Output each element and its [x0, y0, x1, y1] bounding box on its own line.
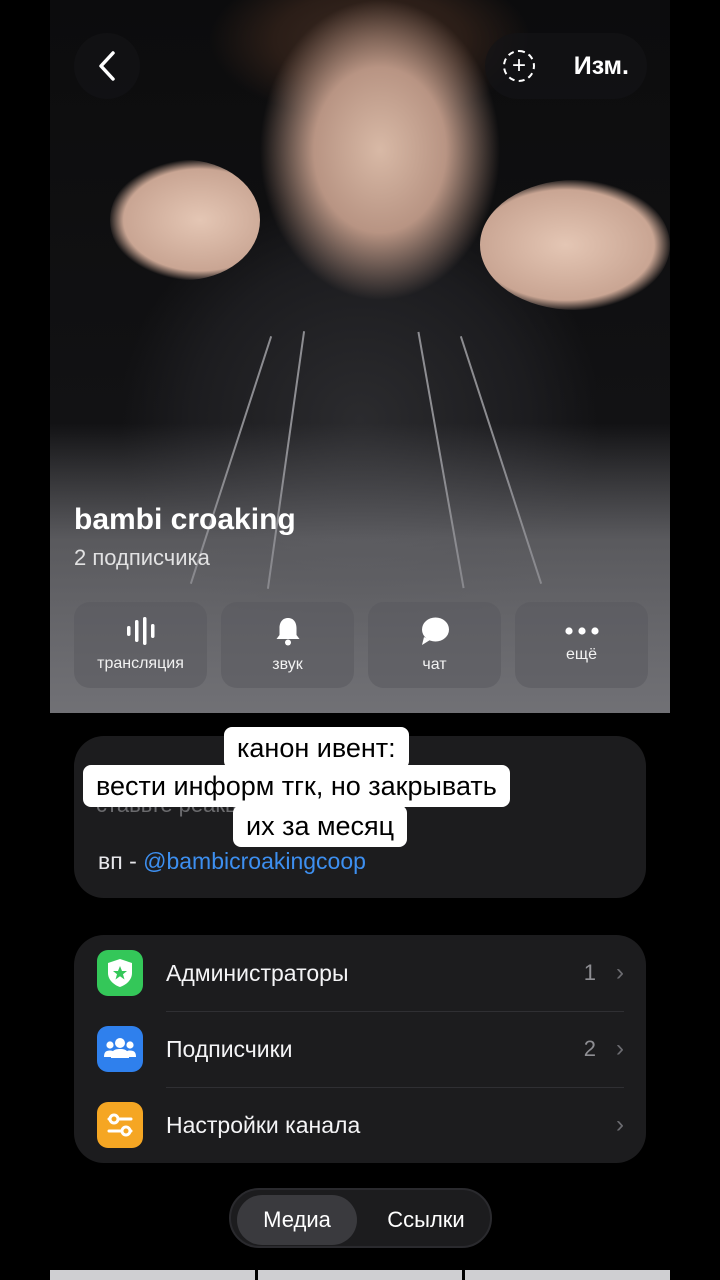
admins-count: 1 — [583, 960, 596, 985]
chevron-left-icon — [99, 51, 115, 81]
broadcast-button[interactable]: трансляция — [74, 602, 207, 688]
edit-button[interactable]: + Изм. — [485, 33, 647, 99]
sound-button[interactable]: звук — [221, 602, 354, 688]
caption-line-1: канон ивент: — [224, 727, 409, 769]
channel-actions: трансляция звук чат ещё — [74, 602, 648, 688]
photo-hand-left — [110, 160, 260, 280]
bell-icon — [276, 618, 299, 646]
people-icon — [97, 1026, 143, 1072]
broadcast-label: трансляция — [97, 655, 184, 672]
settings-sliders-icon — [97, 1102, 143, 1148]
vp-prefix: вп - — [98, 848, 144, 874]
sound-label: звук — [272, 656, 303, 673]
admins-title: Администраторы — [166, 959, 349, 986]
subscribers-count: 2 — [583, 1036, 596, 1061]
description-vp-line: вп - @bambicroakingcoop — [98, 848, 366, 875]
more-button[interactable]: ещё — [515, 602, 648, 688]
admins-row[interactable]: Администраторы 1 › — [74, 935, 646, 1011]
photo-hand-right — [480, 180, 670, 310]
more-label: ещё — [566, 646, 597, 663]
chevron-right-icon: › — [616, 1111, 624, 1138]
media-thumbnail[interactable] — [50, 1270, 255, 1280]
media-grid-preview — [50, 1270, 671, 1280]
channel-settings-list: Администраторы 1 › Подписчики 2 › Настро… — [74, 935, 646, 1163]
broadcast-icon — [126, 617, 154, 645]
back-button[interactable] — [74, 33, 140, 99]
media-thumbnail[interactable] — [465, 1270, 671, 1280]
edit-label: Изм. — [573, 51, 629, 80]
chat-button[interactable]: чат — [368, 602, 501, 688]
channel-settings-title: Настройки канала — [166, 1111, 361, 1138]
vp-link[interactable]: @bambicroakingcoop — [143, 848, 366, 874]
media-tabs: Медиа Ссылки — [229, 1188, 492, 1248]
more-icon — [564, 627, 599, 635]
tab-links[interactable]: Ссылки — [365, 1195, 487, 1245]
chevron-right-icon: › — [616, 1035, 624, 1062]
channel-settings-row[interactable]: Настройки канала › — [74, 1087, 646, 1163]
chat-icon — [421, 617, 449, 645]
caption-line-2: вести информ тгк, но закрывать — [83, 765, 510, 807]
channel-subscribers: 2 подписчика — [74, 545, 210, 570]
chevron-right-icon: › — [616, 959, 624, 986]
chat-label: чат — [422, 656, 447, 673]
tab-media[interactable]: Медиа — [237, 1195, 357, 1245]
shield-star-icon — [97, 950, 143, 996]
media-thumbnail[interactable] — [257, 1270, 463, 1280]
subscribers-row[interactable]: Подписчики 2 › — [74, 1011, 646, 1087]
subscribers-title: Подписчики — [166, 1035, 293, 1062]
channel-name: bambi croaking — [74, 503, 296, 536]
caption-line-3: их за месяц — [233, 805, 408, 847]
add-story-icon[interactable]: + — [503, 50, 535, 82]
